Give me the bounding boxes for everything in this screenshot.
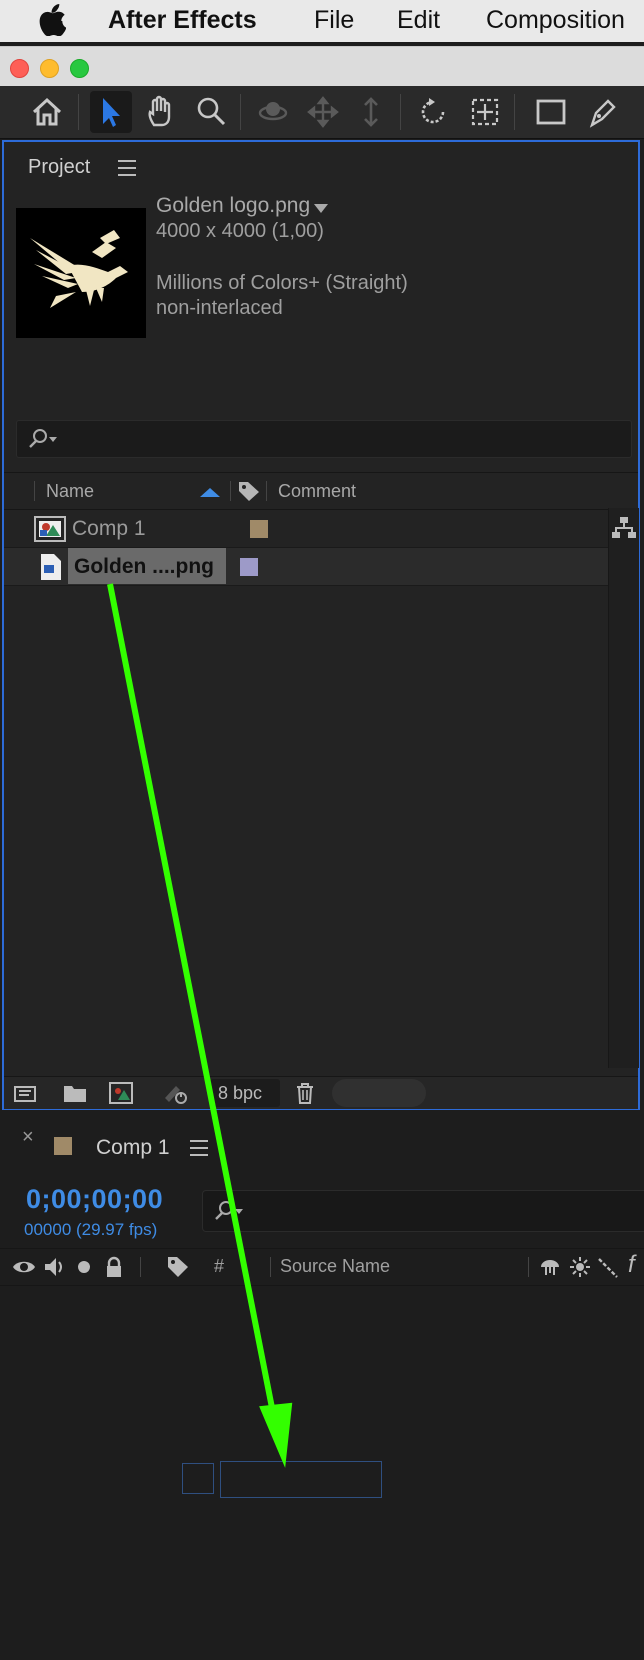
drag-arrow-icon: [107, 583, 293, 1468]
